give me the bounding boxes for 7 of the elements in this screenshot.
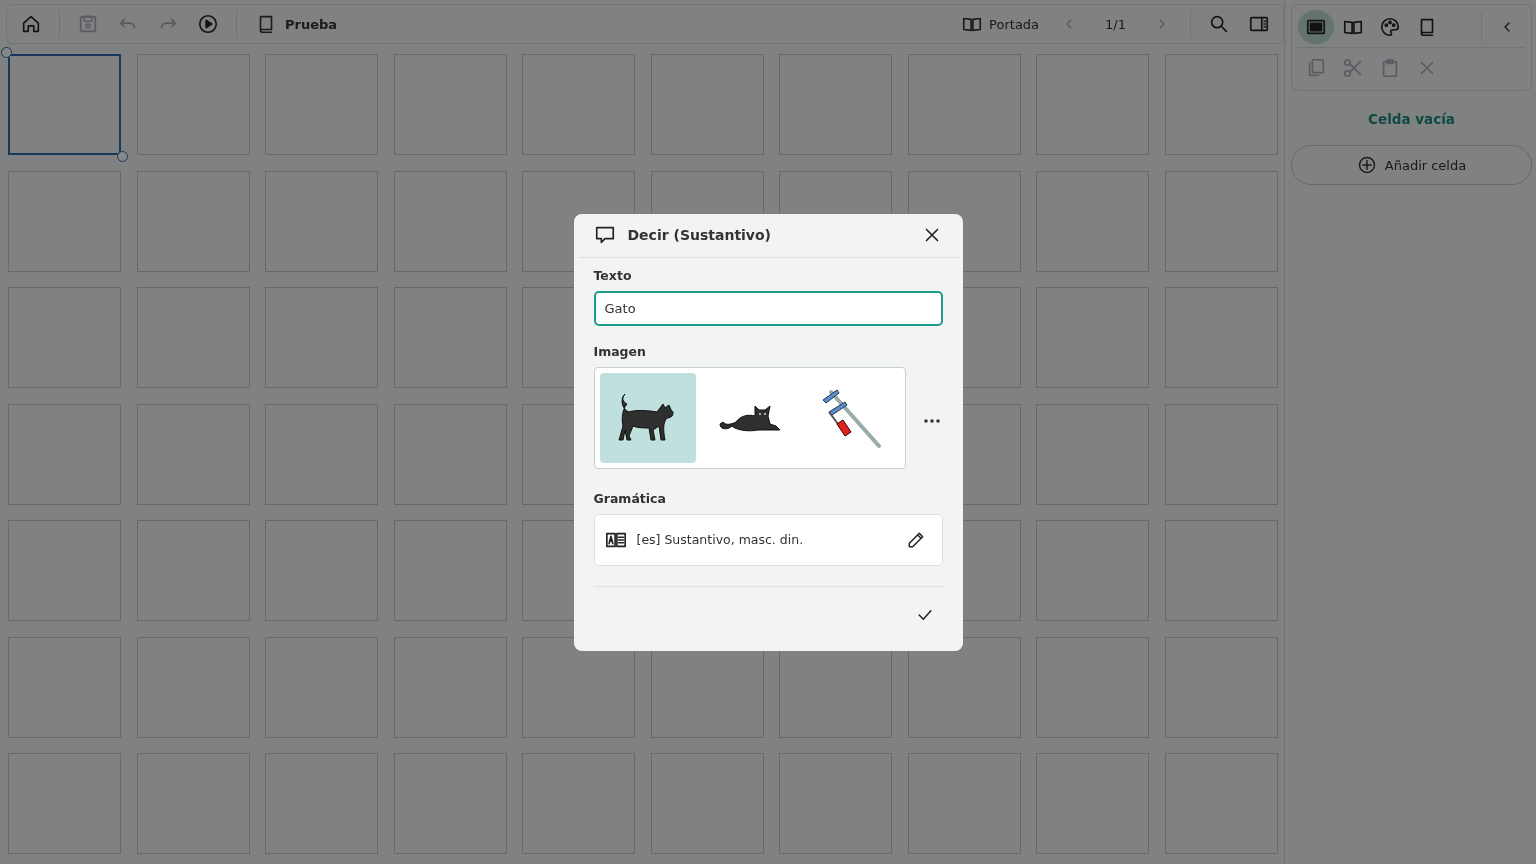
- grammar-value: [es] Sustantivo, masc. din.: [636, 532, 805, 547]
- panel-heading: Celda vacía: [1368, 111, 1455, 127]
- field-label: Imagen: [593, 343, 646, 359]
- dialog-title: Decir (Sustantivo): [627, 227, 772, 243]
- field-label: Texto: [593, 267, 632, 283]
- page-indicator: 1/1: [1104, 16, 1127, 32]
- field-label: Gramática: [593, 490, 666, 506]
